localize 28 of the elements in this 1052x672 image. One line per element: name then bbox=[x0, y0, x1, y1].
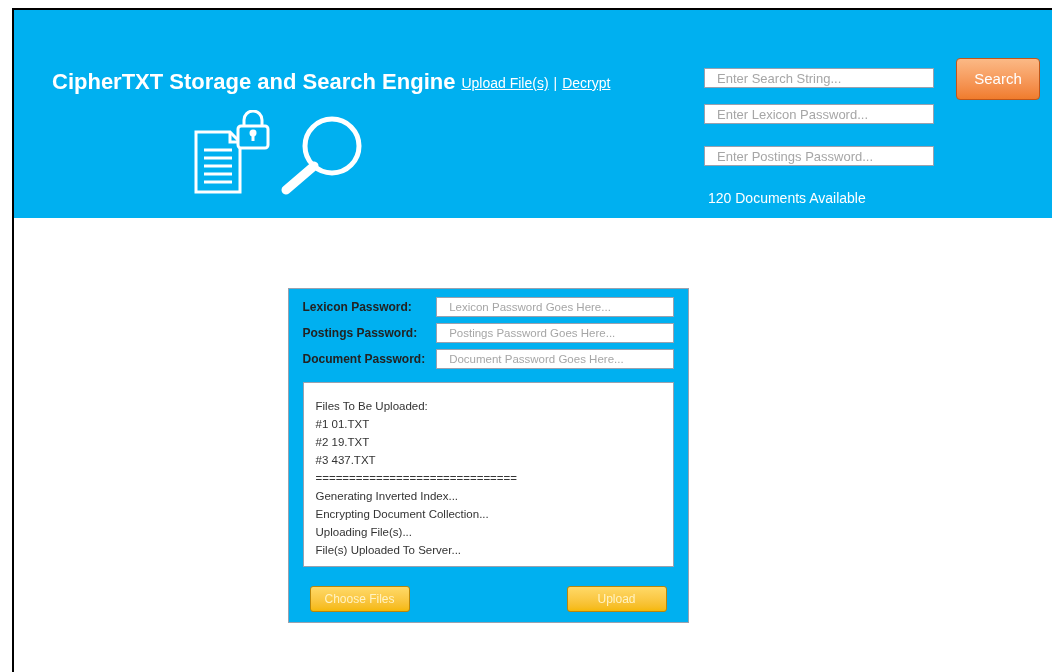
log-line: File(s) Uploaded To Server... bbox=[315, 543, 462, 558]
documents-count: 120 Documents Available bbox=[708, 189, 867, 208]
choose-files-button[interactable]: Choose Files bbox=[309, 586, 410, 612]
search-icon bbox=[280, 114, 364, 196]
log-line: ============================== bbox=[315, 471, 517, 486]
header-input-field[interactable]: Enter Postings Password... bbox=[704, 146, 934, 166]
log-line: Encrypting Document Collection... bbox=[315, 507, 489, 522]
header-input-field[interactable]: Enter Lexicon Password... bbox=[704, 104, 934, 124]
field-label: Postings Password: bbox=[302, 325, 419, 342]
nav-link[interactable]: Upload File(s) bbox=[461, 73, 549, 94]
password-field[interactable]: Document Password Goes Here... bbox=[436, 349, 674, 369]
app-title: CipherTXT Storage and Search Engine bbox=[52, 68, 456, 96]
log-line: #1 01.TXT bbox=[315, 417, 370, 432]
log-line: #3 437.TXT bbox=[315, 453, 376, 468]
upload-button[interactable]: Upload bbox=[566, 586, 667, 612]
link-separator: | bbox=[553, 74, 558, 93]
search-button[interactable]: Search bbox=[956, 58, 1040, 100]
field-label: Document Password: bbox=[302, 351, 427, 368]
nav-link[interactable]: Decrypt bbox=[562, 73, 611, 94]
document-lock-icon bbox=[192, 110, 272, 196]
log-line: #2 19.TXT bbox=[315, 435, 370, 450]
log-line: Files To Be Uploaded: bbox=[315, 399, 428, 414]
field-label: Lexicon Password: bbox=[302, 299, 413, 316]
header-input-field[interactable]: Enter Search String... bbox=[704, 68, 934, 88]
log-line: Generating Inverted Index... bbox=[315, 489, 459, 504]
password-field[interactable]: Lexicon Password Goes Here... bbox=[436, 297, 674, 317]
log-line: Uploading File(s)... bbox=[315, 525, 412, 540]
password-field[interactable]: Postings Password Goes Here... bbox=[436, 323, 674, 343]
